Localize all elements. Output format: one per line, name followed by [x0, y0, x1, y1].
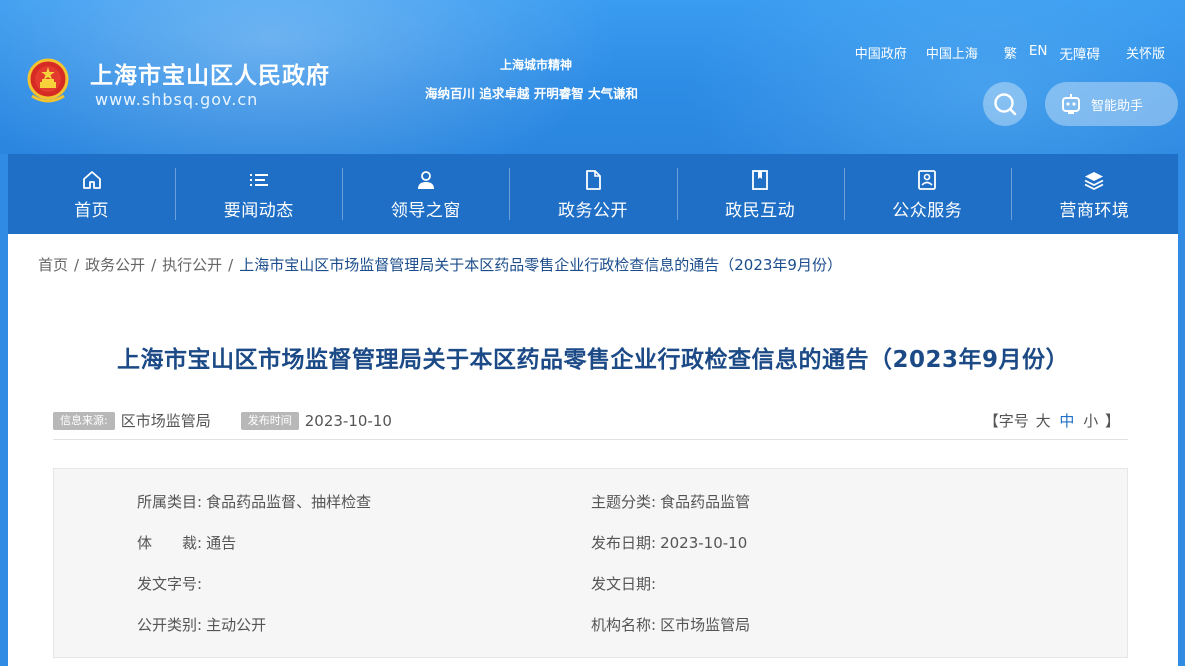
nav-item-news[interactable]: 要闻动态 — [175, 154, 342, 234]
info-label: 发文日期: — [591, 575, 657, 593]
nav-label: 公众服务 — [892, 200, 963, 221]
breadcrumb-execution[interactable]: 执行公开 — [162, 254, 222, 275]
info-genre: 体 裁: 通告 — [137, 532, 236, 553]
nav-item-public-service[interactable]: 公众服务 — [843, 154, 1011, 234]
main-nav: 首页 要闻动态 领导之窗 政务公开 政民互动 公众服务 营商环境 — [8, 154, 1178, 234]
breadcrumb-current[interactable]: 上海市宝山区市场监督管理局关于本区药品零售企业行政检查信息的通告（2023年9月… — [239, 254, 842, 275]
link-care-version[interactable]: 关怀版 — [1126, 43, 1165, 63]
info-pubdate: 发布日期: 2023-10-10 — [591, 532, 747, 553]
font-size-small[interactable]: 小 — [1083, 412, 1098, 430]
info-value: 通告 — [206, 534, 237, 552]
site-header: 上海市宝山区人民政府 www.shbsq.gov.cn 上海城市精神 海纳百川 … — [0, 0, 1185, 154]
link-china-gov[interactable]: 中国政府 — [855, 43, 907, 63]
breadcrumb-separator: / — [74, 255, 80, 274]
document-icon — [582, 168, 604, 192]
date-value: 2023-10-10 — [304, 412, 392, 430]
link-traditional-chinese[interactable]: 繁 — [1004, 43, 1017, 63]
info-disclosure: 公开类别: 主动公开 — [137, 614, 266, 635]
info-docdate: 发文日期: — [591, 573, 660, 594]
info-value: 2023-10-10 — [660, 534, 748, 552]
user-icon — [415, 168, 437, 192]
font-size-large[interactable]: 大 — [1036, 412, 1051, 430]
breadcrumb: 首页 / 政务公开 / 执行公开 / 上海市宝山区市场监督管理局关于本区药品零售… — [38, 254, 842, 275]
info-docno: 发文字号: — [137, 573, 206, 594]
info-label: 公开类别: — [137, 616, 203, 634]
font-size-switcher: 【字号 大 中 小 】 — [984, 408, 1120, 434]
top-links: 中国政府 中国上海 繁 EN 无障碍 关怀版 — [836, 43, 1165, 63]
nav-label: 营商环境 — [1059, 200, 1130, 221]
main-content: 首页 / 政务公开 / 执行公开 / 上海市宝山区市场监督管理局关于本区药品零售… — [8, 234, 1178, 666]
smart-assistant-button[interactable]: 智能助手 — [1045, 82, 1178, 126]
home-icon — [81, 168, 103, 192]
info-label: 发布日期: — [591, 534, 657, 552]
font-size-prefix: 【字号 — [983, 412, 1029, 430]
nav-label: 政民互动 — [725, 200, 796, 221]
nav-label: 政务公开 — [557, 200, 628, 221]
site-url: www.shbsq.gov.cn — [95, 90, 259, 109]
info-label: 体 裁: — [137, 534, 203, 552]
assistant-label: 智能助手 — [1091, 98, 1144, 114]
source-tag: 信息来源: — [53, 412, 115, 430]
bookmark-icon — [749, 168, 771, 192]
nav-item-home[interactable]: 首页 — [8, 154, 175, 234]
robot-icon — [1062, 94, 1080, 114]
info-value: 食品药品监管 — [660, 493, 751, 511]
article-meta: 信息来源: 区市场监管局 发布时间 2023-10-10 【字号 大 中 小 】 — [53, 408, 1128, 440]
nav-item-gov-affairs[interactable]: 政务公开 — [509, 154, 676, 234]
source-value: 区市场监管局 — [120, 412, 211, 430]
info-topic: 主题分类: 食品药品监管 — [591, 491, 750, 512]
nav-label: 首页 — [74, 200, 110, 221]
info-label: 机构名称: — [591, 616, 657, 634]
nav-label: 要闻动态 — [223, 200, 294, 221]
nav-item-business[interactable]: 营商环境 — [1010, 154, 1178, 234]
date-tag: 发布时间 — [240, 412, 299, 430]
font-size-suffix: 】 — [1104, 412, 1120, 430]
search-button[interactable] — [983, 82, 1027, 126]
link-english[interactable]: EN — [1029, 43, 1048, 63]
document-info-box: 所属类目: 食品药品监督、抽样检查 主题分类: 食品药品监管 体 裁: 通告 发布日期… — [53, 468, 1128, 658]
info-label: 所属类目: — [137, 493, 203, 511]
breadcrumb-home[interactable]: 首页 — [38, 254, 68, 275]
site-title[interactable]: 上海市宝山区人民政府 — [90, 56, 330, 90]
breadcrumb-gov-affairs[interactable]: 政务公开 — [85, 254, 145, 275]
info-label: 主题分类: — [591, 493, 657, 511]
breadcrumb-separator: / — [151, 255, 157, 274]
info-org: 机构名称: 区市场监管局 — [591, 614, 750, 635]
breadcrumb-separator: / — [228, 255, 234, 274]
search-icon — [994, 93, 1017, 116]
info-value: 食品药品监督、抽样检查 — [206, 493, 372, 511]
list-icon — [248, 168, 270, 192]
nav-label: 领导之窗 — [390, 200, 461, 221]
info-value: 区市场监管局 — [660, 616, 751, 634]
city-spirit-title: 上海城市精神 — [500, 58, 573, 72]
city-spirit-text: 海纳百川 追求卓越 开明睿智 大气谦和 — [425, 86, 639, 101]
nav-item-interaction[interactable]: 政民互动 — [676, 154, 844, 234]
link-accessibility[interactable]: 无障碍 — [1059, 43, 1100, 63]
article-title: 上海市宝山区市场监督管理局关于本区药品零售企业行政检查信息的通告（2023年9月… — [116, 347, 1070, 373]
info-label: 发文字号: — [137, 575, 203, 593]
info-value: 主动公开 — [206, 616, 267, 634]
font-size-medium[interactable]: 中 — [1059, 412, 1074, 430]
service-icon — [916, 168, 938, 192]
nav-item-leaders[interactable]: 领导之窗 — [342, 154, 509, 234]
info-category: 所属类目: 食品药品监督、抽样检查 — [137, 491, 371, 512]
national-emblem-icon[interactable] — [26, 58, 70, 104]
layers-icon — [1083, 168, 1105, 192]
link-china-shanghai[interactable]: 中国上海 — [926, 43, 978, 63]
